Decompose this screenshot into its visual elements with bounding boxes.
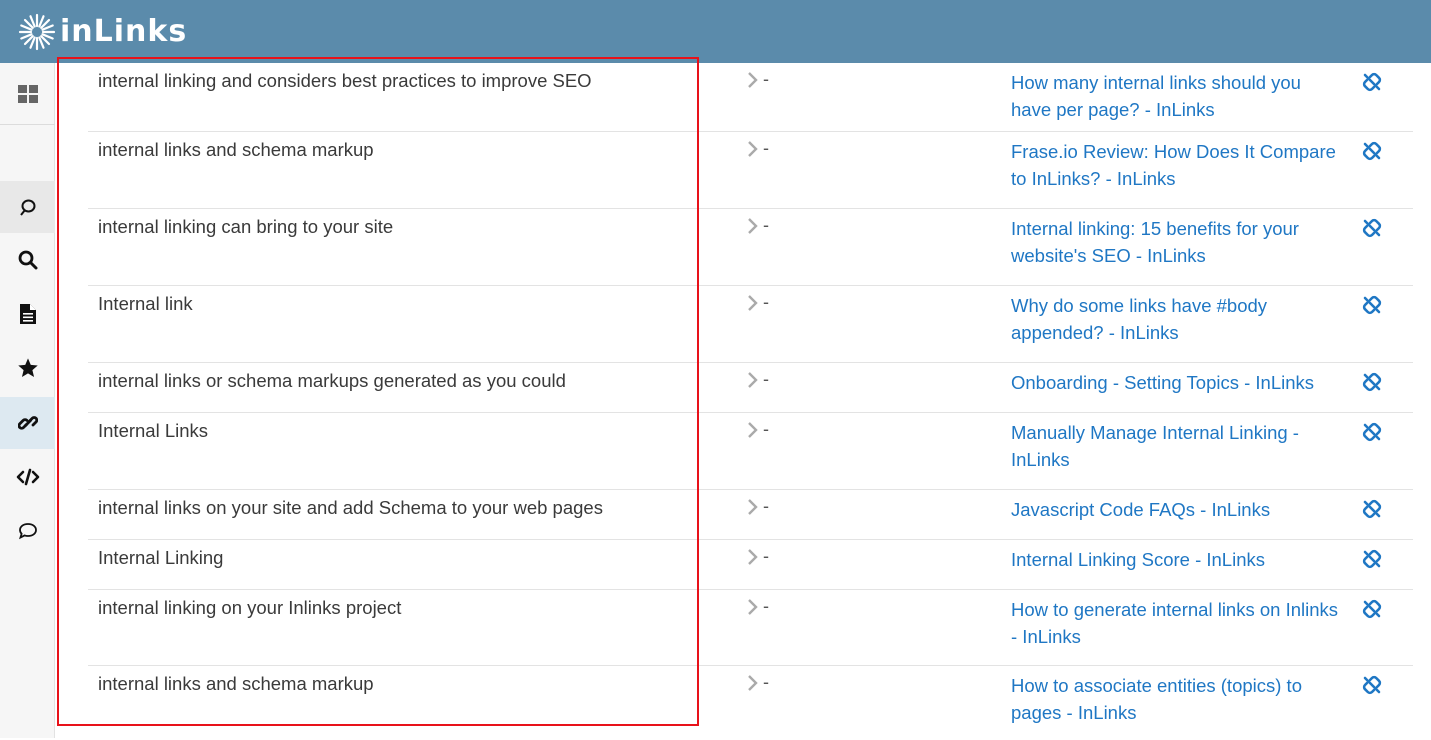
target-page-link[interactable]: How to associate entities (topics) to pa… bbox=[1011, 672, 1341, 726]
chevron-right-icon[interactable] bbox=[746, 548, 760, 566]
unlink-icon[interactable] bbox=[1362, 675, 1382, 695]
star-icon bbox=[17, 358, 38, 377]
unlink-icon[interactable] bbox=[1362, 218, 1382, 238]
sidebar bbox=[0, 63, 55, 738]
target-page-link[interactable]: Why do some links have #body appended? -… bbox=[1011, 292, 1341, 346]
target-value: - bbox=[763, 596, 769, 616]
unlink-icon[interactable] bbox=[1362, 141, 1382, 161]
document-icon bbox=[19, 304, 36, 324]
target-value: - bbox=[763, 138, 769, 158]
link-icon bbox=[17, 416, 38, 430]
target-value: - bbox=[763, 419, 769, 439]
chevron-right-icon[interactable] bbox=[746, 71, 760, 89]
sidebar-item-chat[interactable] bbox=[0, 505, 55, 557]
sunburst-logo-icon bbox=[18, 13, 56, 50]
sidebar-item-search[interactable] bbox=[0, 234, 55, 286]
target-page-link[interactable]: How many internal links should you have … bbox=[1011, 69, 1341, 123]
target-page-link[interactable]: Manually Manage Internal Linking - InLin… bbox=[1011, 419, 1341, 473]
target-page-link[interactable]: Onboarding - Setting Topics - InLinks bbox=[1011, 369, 1341, 396]
dashboard-grid-icon bbox=[17, 85, 38, 103]
sidebar-item-topics[interactable] bbox=[0, 181, 55, 233]
chevron-right-icon[interactable] bbox=[746, 421, 760, 439]
target-value: - bbox=[763, 215, 769, 235]
target-page-link[interactable]: Internal Linking Score - InLinks bbox=[1011, 546, 1341, 573]
unlink-icon[interactable] bbox=[1362, 549, 1382, 569]
unlink-icon[interactable] bbox=[1362, 372, 1382, 392]
unlink-icon[interactable] bbox=[1362, 499, 1382, 519]
sidebar-divider bbox=[0, 124, 55, 125]
target-page-link[interactable]: Javascript Code FAQs - InLinks bbox=[1011, 496, 1341, 523]
sidebar-item-links[interactable] bbox=[0, 397, 55, 449]
code-icon bbox=[16, 468, 39, 486]
chevron-right-icon[interactable] bbox=[746, 498, 760, 516]
unlink-icon[interactable] bbox=[1362, 422, 1382, 442]
sidebar-item-dashboard[interactable] bbox=[0, 68, 55, 120]
target-page-link[interactable]: How to generate internal links on Inlink… bbox=[1011, 596, 1341, 650]
chevron-right-icon[interactable] bbox=[746, 140, 760, 158]
sidebar-item-code[interactable] bbox=[0, 451, 55, 503]
target-value: - bbox=[763, 546, 769, 566]
target-page-link[interactable]: Internal linking: 15 benefits for your w… bbox=[1011, 215, 1341, 269]
chevron-right-icon[interactable] bbox=[746, 674, 760, 692]
target-value: - bbox=[763, 369, 769, 389]
target-value: - bbox=[763, 292, 769, 312]
sidebar-item-favorites[interactable] bbox=[0, 342, 55, 394]
search-icon bbox=[18, 250, 37, 270]
unlink-icon[interactable] bbox=[1362, 599, 1382, 619]
sidebar-item-pages[interactable] bbox=[0, 288, 55, 340]
highlight-box bbox=[57, 57, 699, 726]
chevron-right-icon[interactable] bbox=[746, 294, 760, 312]
unlink-icon[interactable] bbox=[1362, 295, 1382, 315]
topics-icon bbox=[19, 199, 35, 216]
top-header: inLinks bbox=[0, 0, 1431, 63]
app-logo[interactable]: inLinks bbox=[18, 13, 187, 51]
target-value: - bbox=[763, 496, 769, 516]
chevron-right-icon[interactable] bbox=[746, 371, 760, 389]
unlink-icon[interactable] bbox=[1362, 72, 1382, 92]
chevron-right-icon[interactable] bbox=[746, 217, 760, 235]
target-value: - bbox=[763, 69, 769, 89]
target-page-link[interactable]: Frase.io Review: How Does It Compare to … bbox=[1011, 138, 1341, 192]
logo-text: inLinks bbox=[60, 14, 188, 49]
chat-icon bbox=[18, 523, 37, 540]
target-value: - bbox=[763, 672, 769, 692]
chevron-right-icon[interactable] bbox=[746, 598, 760, 616]
